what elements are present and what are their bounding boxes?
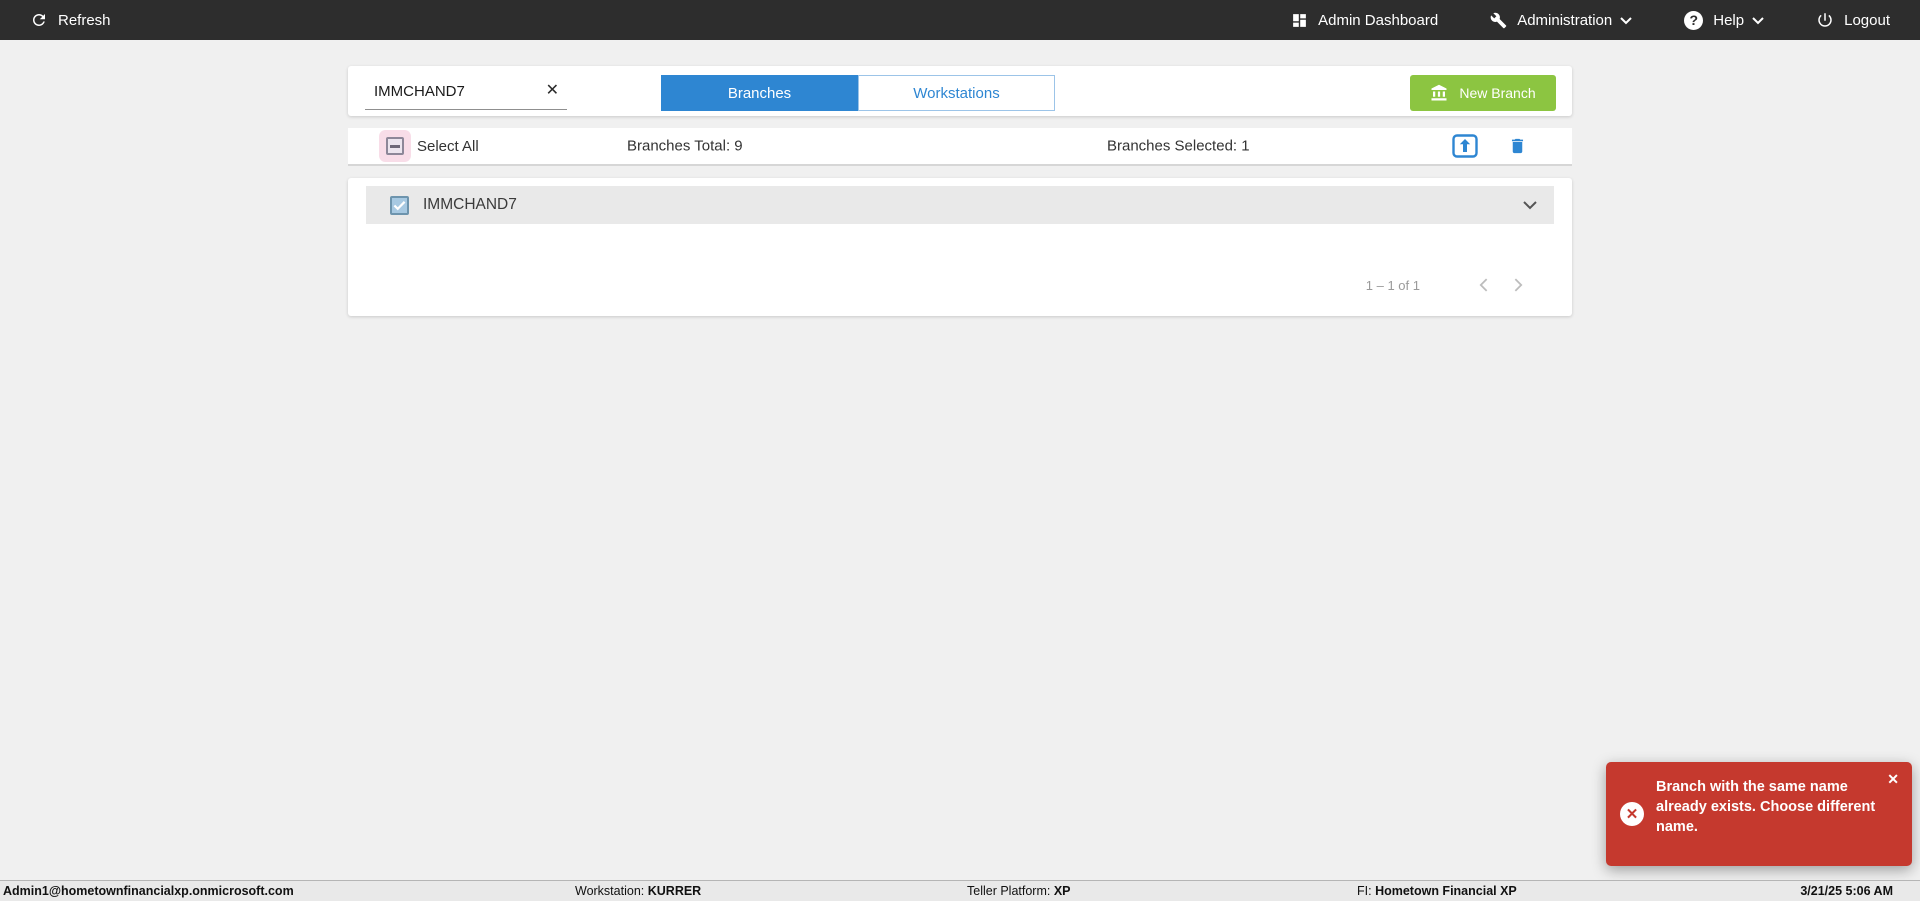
tab-workstations[interactable]: Workstations [858,75,1055,111]
datetime: 3/21/25 5:06 AM [1800,884,1893,898]
toast-close-icon[interactable]: ✕ [1887,771,1899,788]
chevron-down-icon [1752,17,1764,25]
error-circle-x-icon: ✕ [1620,802,1644,826]
branch-list-item[interactable]: IMMCHAND7 [366,186,1554,224]
branches-selected: Branches Selected: 1 [1107,138,1250,155]
admin-dashboard-label: Admin Dashboard [1318,11,1439,29]
view-tabs: Branches Workstations [661,75,1055,111]
branches-total: Branches Total: 9 [627,138,743,155]
branches-selected-label: Branches Selected: [1107,137,1238,155]
logout-label: Logout [1844,11,1890,29]
select-all-checkbox[interactable] [386,137,404,155]
teller-platform-info: Teller Platform: XP [967,884,1071,898]
refresh-label: Refresh [58,11,111,29]
logout-button[interactable]: Logout [1816,11,1890,29]
fi-label: FI: [1357,884,1372,898]
branches-selected-value: 1 [1241,137,1250,155]
branch-name: IMMCHAND7 [423,196,517,213]
logged-in-user: Admin1@hometownfinancialxp.onmicrosoft.c… [3,884,294,898]
workstation-label: Workstation: [575,884,645,898]
financial-institution-info: FI: Hometown Financial XP [1357,884,1517,898]
clear-search-icon[interactable]: ✕ [542,80,567,102]
pagination: 1 – 1 of 1 [1366,272,1536,298]
pagination-range: 1 – 1 of 1 [1365,277,1420,293]
list-toolbar: Select All Branches Total: 9 Branches Se… [348,128,1572,166]
administration-menu[interactable]: Administration [1490,12,1632,29]
delete-button[interactable] [1508,135,1527,158]
top-navigation-bar: Refresh Admin Dashboard Administration ?… [0,0,1920,40]
dashboard-icon [1291,12,1308,29]
new-branch-label: New Branch [1459,85,1536,101]
branch-checkbox-checked[interactable] [390,195,409,215]
select-all-label: Select All [417,137,479,155]
chevron-down-icon [1620,17,1632,25]
export-button[interactable] [1452,134,1478,158]
workstation-info: Workstation: KURRER [575,884,701,898]
next-page-button[interactable] [1501,273,1536,297]
new-branch-button[interactable]: New Branch [1410,75,1556,111]
refresh-button[interactable]: Refresh [0,11,111,29]
previous-page-button[interactable] [1466,273,1501,297]
teller-platform-value: XP [1053,884,1071,898]
administration-label: Administration [1517,11,1613,29]
help-menu[interactable]: ? Help [1684,10,1764,30]
teller-platform-label: Teller Platform: [967,884,1051,898]
workstation-value: KURRER [647,884,702,898]
branches-total-value: 9 [734,137,743,155]
status-bar: Admin1@hometownfinancialxp.onmicrosoft.c… [0,880,1920,901]
refresh-icon [30,11,48,29]
search-field: ✕ [365,73,567,110]
help-icon: ? [1684,10,1704,30]
error-toast: ✕ Branch with the same name already exis… [1606,762,1912,866]
bank-icon [1430,84,1448,102]
topbar-right-group: Admin Dashboard Administration ? Help Lo… [1291,10,1920,30]
expand-chevron-down-icon[interactable] [1522,200,1538,210]
branch-search-panel: ✕ Branches Workstations New Branch [348,66,1572,116]
tab-branches[interactable]: Branches [661,75,858,111]
power-icon [1816,11,1834,29]
fi-value: Hometown Financial XP [1375,884,1517,898]
select-all-control[interactable]: Select All [386,137,479,155]
help-label: Help [1713,11,1745,29]
search-input[interactable] [365,82,542,100]
branches-list-card: IMMCHAND7 1 – 1 of 1 [348,178,1572,316]
toast-message: Branch with the same name already exists… [1656,779,1876,835]
trash-icon [1508,138,1527,162]
admin-dashboard-button[interactable]: Admin Dashboard [1291,12,1438,29]
upload-icon [1452,134,1478,162]
wrench-icon [1490,12,1507,29]
branches-total-label: Branches Total: [627,137,731,155]
